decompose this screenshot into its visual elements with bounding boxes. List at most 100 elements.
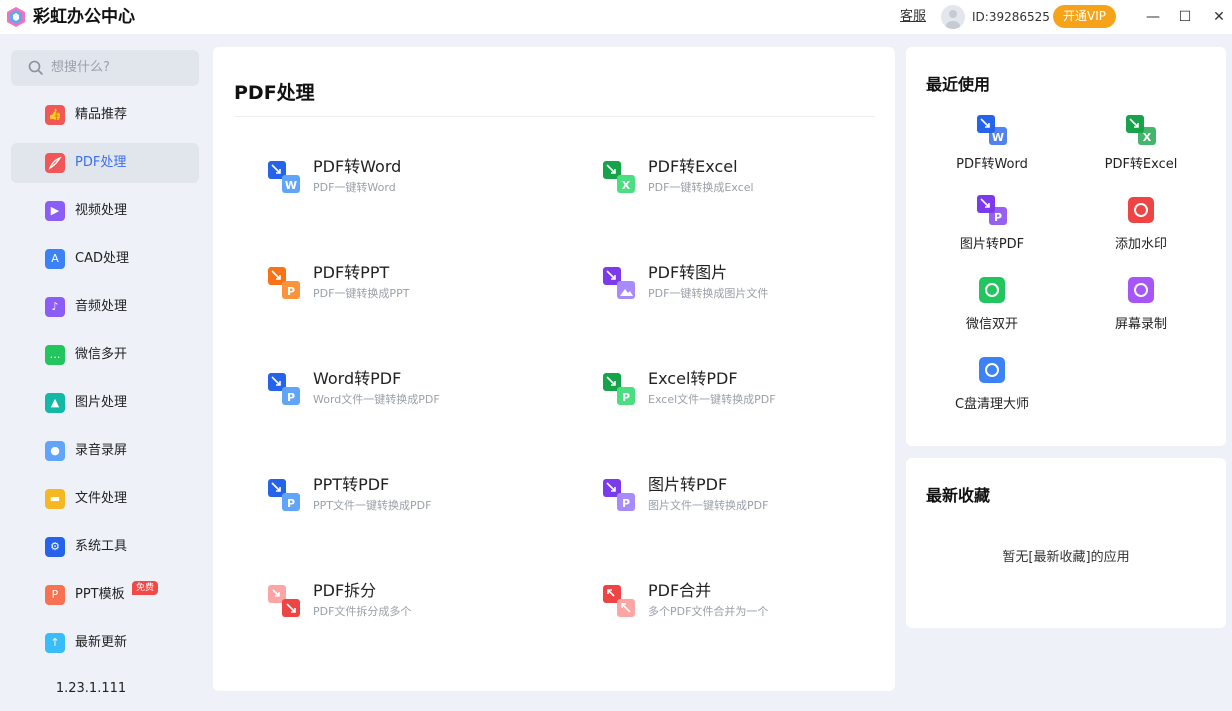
recent-item-label: C盘清理大师 <box>954 397 1030 412</box>
tool-description: 多个PDF文件合并为一个 <box>648 605 769 618</box>
tool-name: Word转PDF <box>313 369 402 388</box>
cad-icon: A <box>45 249 65 269</box>
sidebar-item-record[interactable]: ● 录音录屏 <box>11 431 199 471</box>
title-bar: 彩虹办公中心 客服 ID:39286525 开通VIP — ☐ ✕ <box>0 0 1232 34</box>
sidebar-item-ppt-template[interactable]: P PPT模板 免费 <box>11 575 199 615</box>
tool-excel-to-pdf[interactable]: P Excel转PDF Excel文件一键转换成PDF <box>603 369 903 425</box>
tool-pdf-split[interactable]: PDF拆分 PDF文件拆分成多个 <box>268 581 568 637</box>
svg-text:P: P <box>287 391 295 404</box>
sidebar-item-image[interactable]: ▲ 图片处理 <box>11 383 199 423</box>
app-title: 彩虹办公中心 <box>33 7 135 27</box>
recent-item-pdf-to-word[interactable]: W PDF转Word <box>922 115 1062 179</box>
sidebar-item-system[interactable]: ⚙ 系统工具 <box>11 527 199 567</box>
recent-item-c-drive-clean[interactable]: C盘清理大师 <box>922 355 1062 419</box>
sidebar-item-label: 精品推荐 <box>75 107 128 122</box>
customer-service-link[interactable]: 客服 <box>900 9 926 25</box>
microphone-icon: ● <box>45 441 65 461</box>
search-input[interactable]: 想搜什么? <box>11 50 199 86</box>
favorites-panel: 最新收藏 暂无[最新收藏]的应用 <box>906 458 1226 628</box>
tool-pdf-to-ppt[interactable]: P PDF转PPT PDF一键转换成PPT <box>268 263 568 319</box>
tool-name: PDF转Excel <box>648 157 738 176</box>
tool-description: PPT文件一键转换成PDF <box>313 499 432 512</box>
sidebar-item-label: 微信多开 <box>75 347 128 362</box>
tool-description: 图片文件一键转换成PDF <box>648 499 769 512</box>
maximize-button[interactable]: ☐ <box>1174 6 1196 28</box>
recent-title: 最近使用 <box>926 75 991 94</box>
svg-text:P: P <box>622 391 630 404</box>
favorites-empty-text: 暂无[最新收藏]的应用 <box>1002 550 1130 565</box>
tool-description: PDF一键转换成PPT <box>313 287 410 300</box>
sidebar-item-label: PPT模板 <box>75 587 125 602</box>
sidebar-item-file[interactable]: ▬ 文件处理 <box>11 479 199 519</box>
sidebar-item-updates[interactable]: ↑ 最新更新 <box>11 623 199 663</box>
svg-text:W: W <box>992 131 1004 144</box>
recent-item-label: 微信双开 <box>965 317 1018 332</box>
recent-item-screen-record[interactable]: 屏幕录制 <box>1071 275 1211 339</box>
recent-item-pdf-to-excel[interactable]: X PDF转Excel <box>1071 115 1211 179</box>
tool-name: PPT转PDF <box>313 475 390 494</box>
folder-icon: ▬ <box>45 489 65 509</box>
tool-name: Excel转PDF <box>648 369 738 388</box>
video-icon: ▶ <box>45 201 65 221</box>
tool-pdf-to-image[interactable]: PDF转图片 PDF一键转换成图片文件 <box>603 263 903 319</box>
recent-item-label: PDF转Word <box>956 157 1028 172</box>
tool-description: PDF文件拆分成多个 <box>313 605 412 618</box>
pdf-to-ppt-icon: P <box>268 267 300 299</box>
sidebar-item-label: 视频处理 <box>75 203 128 218</box>
word-to-pdf-icon: P <box>268 373 300 405</box>
image-icon: ▲ <box>45 393 65 413</box>
tool-name: 图片转PDF <box>648 475 728 494</box>
recent-item-image-to-pdf[interactable]: P 图片转PDF <box>922 195 1062 259</box>
main-panel: PDF处理 W PDF转Word PDF一键转Word X PDF转Excel PDF一键… <box>213 47 895 691</box>
recent-panel: 最近使用 W PDF转Word X PDF转Excel P 图片转PDF 添加水印微信双开 屏… <box>906 47 1226 446</box>
sidebar-item-audio[interactable]: ♪ 音频处理 <box>11 287 199 327</box>
tool-pdf-to-word[interactable]: W PDF转Word PDF一键转Word <box>268 157 568 213</box>
sidebar-item-label: 录音录屏 <box>75 443 128 458</box>
divider <box>234 116 875 117</box>
search-placeholder: 想搜什么? <box>51 60 110 75</box>
minimize-button[interactable]: — <box>1142 6 1164 28</box>
sidebar-item-cad[interactable]: A CAD处理 <box>11 239 199 279</box>
pdf-merge-icon <box>603 585 635 617</box>
pdf-to-word-icon: W <box>977 115 1007 145</box>
recent-item-wechat-dual[interactable]: 微信双开 <box>922 275 1062 339</box>
pdf-to-excel-icon: X <box>1126 115 1156 145</box>
svg-text:P: P <box>287 285 295 298</box>
ppt-to-pdf-icon: P <box>268 479 300 511</box>
sidebar: 想搜什么? 👍 精品推荐 PDF处理 ▶ 视频处理 A CAD处理 ♪ 音频处理 … 微信多开 ▲ 图片… <box>0 34 210 711</box>
rainbow-logo-icon <box>7 7 25 27</box>
tool-pdf-merge[interactable]: PDF合并多个PDF文件合并为一个 <box>603 581 903 637</box>
tool-name: PDF合并 <box>648 581 712 600</box>
tool-image-to-pdf[interactable]: P 图片转PDF 图片文件一键转换成PDF <box>603 475 903 531</box>
sidebar-item-video[interactable]: ▶ 视频处理 <box>11 191 199 231</box>
tool-word-to-pdf[interactable]: P Word转PDF Word文件一键转换成PDF <box>268 369 568 425</box>
tool-description: Excel文件一键转换成PDF <box>648 393 776 406</box>
svg-text:W: W <box>285 179 297 192</box>
recent-item-label: 添加水印 <box>1114 237 1167 252</box>
svg-text:X: X <box>1143 131 1152 144</box>
recent-item-label: 屏幕录制 <box>1114 317 1167 332</box>
add-watermark-icon <box>1128 197 1154 223</box>
svg-text:X: X <box>622 179 631 192</box>
avatar[interactable] <box>941 5 965 29</box>
recent-item-label: PDF转Excel <box>1104 157 1178 172</box>
tool-ppt-to-pdf[interactable]: P PPT转PDF PPT文件一键转换成PDF <box>268 475 568 531</box>
sidebar-item-label: CAD处理 <box>75 251 129 266</box>
sidebar-item-wechat[interactable]: … 微信多开 <box>11 335 199 375</box>
tool-pdf-to-excel[interactable]: X PDF转Excel PDF一键转换成Excel <box>603 157 903 213</box>
sidebar-item-label: PDF处理 <box>75 155 127 170</box>
recent-item-add-watermark[interactable]: 添加水印 <box>1071 195 1211 259</box>
tool-name: PDF转图片 <box>648 263 728 282</box>
open-vip-button[interactable]: 开通VIP <box>1053 5 1116 28</box>
pdf-to-image-icon <box>603 267 635 299</box>
tool-description: PDF一键转换成图片文件 <box>648 287 769 300</box>
pdf-split-icon <box>268 585 300 617</box>
svg-text:P: P <box>622 497 630 510</box>
upload-icon: ↑ <box>45 633 65 653</box>
pdf-icon <box>45 153 65 173</box>
close-button[interactable]: ✕ <box>1208 6 1230 28</box>
sidebar-item-recommend[interactable]: 👍 精品推荐 <box>11 95 199 135</box>
tool-name: PDF转Word <box>313 157 402 176</box>
sidebar-item-pdf[interactable]: PDF处理 <box>11 143 199 183</box>
user-id: ID:39286525 <box>972 10 1050 24</box>
